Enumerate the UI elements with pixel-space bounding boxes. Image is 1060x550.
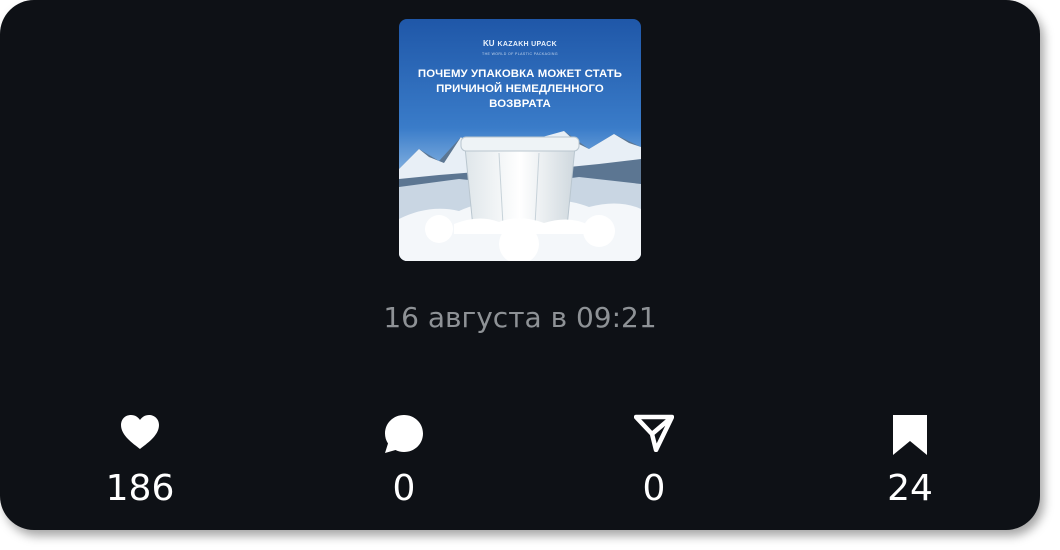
likes-count: 186: [105, 468, 175, 509]
shares-stat[interactable]: 0: [584, 414, 724, 509]
saves-stat[interactable]: 24: [840, 414, 980, 509]
brand-logo: KU: [482, 39, 495, 48]
saves-count: 24: [887, 468, 933, 509]
brand-header: KU KAZAKH UPACK THE WORLD OF PLASTIC PACK…: [399, 33, 641, 56]
bookmark-icon: [893, 415, 927, 455]
brand-name: KAZAKH UPACK: [497, 41, 558, 48]
send-icon: [634, 414, 674, 452]
likes-stat[interactable]: 186: [70, 414, 210, 509]
post-insights-card: KU KAZAKH UPACK THE WORLD OF PLASTIC PACK…: [0, 0, 1040, 530]
brand-tagline: THE WORLD OF PLASTIC PACKAGING: [482, 52, 558, 56]
post-timestamp: 16 августа в 09:21: [383, 301, 657, 334]
comments-stat[interactable]: 0: [334, 414, 474, 509]
comment-icon: [385, 415, 423, 453]
heart-icon: [121, 415, 159, 449]
post-thumbnail[interactable]: KU KAZAKH UPACK THE WORLD OF PLASTIC PACK…: [399, 19, 641, 261]
shares-count: 0: [642, 468, 666, 509]
comments-count: 0: [392, 468, 416, 509]
post-headline: ПОЧЕМУ УПАКОВКА МОЖЕТ СТАТЬ ПРИЧИНОЙ НЕМ…: [417, 68, 623, 110]
